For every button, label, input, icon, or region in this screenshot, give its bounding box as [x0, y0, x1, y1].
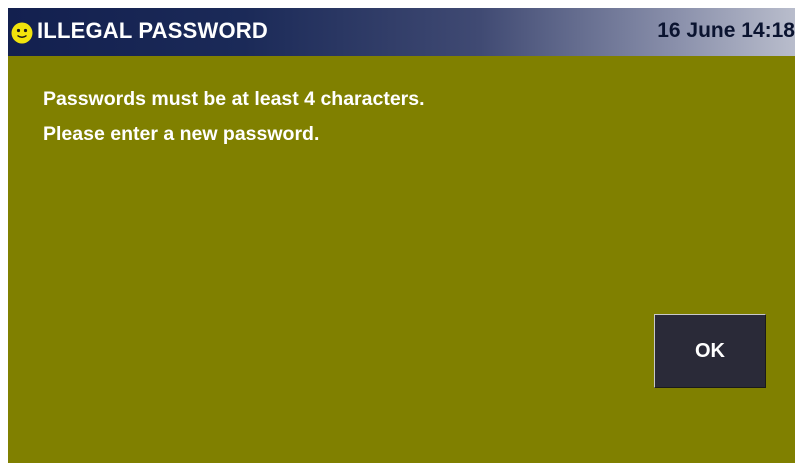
- ok-button[interactable]: OK: [654, 314, 766, 388]
- message-line-2: Please enter a new password.: [43, 123, 320, 145]
- dialog-title: ILLEGAL PASSWORD: [37, 18, 268, 43]
- smiley-face-icon: [11, 22, 33, 44]
- message-text: Passwords must be at least 4 characters.…: [43, 82, 425, 152]
- ok-button-label: OK: [695, 339, 725, 362]
- message-line-1: Passwords must be at least 4 characters.: [43, 88, 425, 110]
- date-time: 16 June 14:18: [657, 19, 795, 42]
- dialog-screen: ILLEGAL PASSWORD 16 June 14:18 Passwords…: [8, 8, 795, 463]
- title-bar: ILLEGAL PASSWORD 16 June 14:18: [8, 8, 795, 56]
